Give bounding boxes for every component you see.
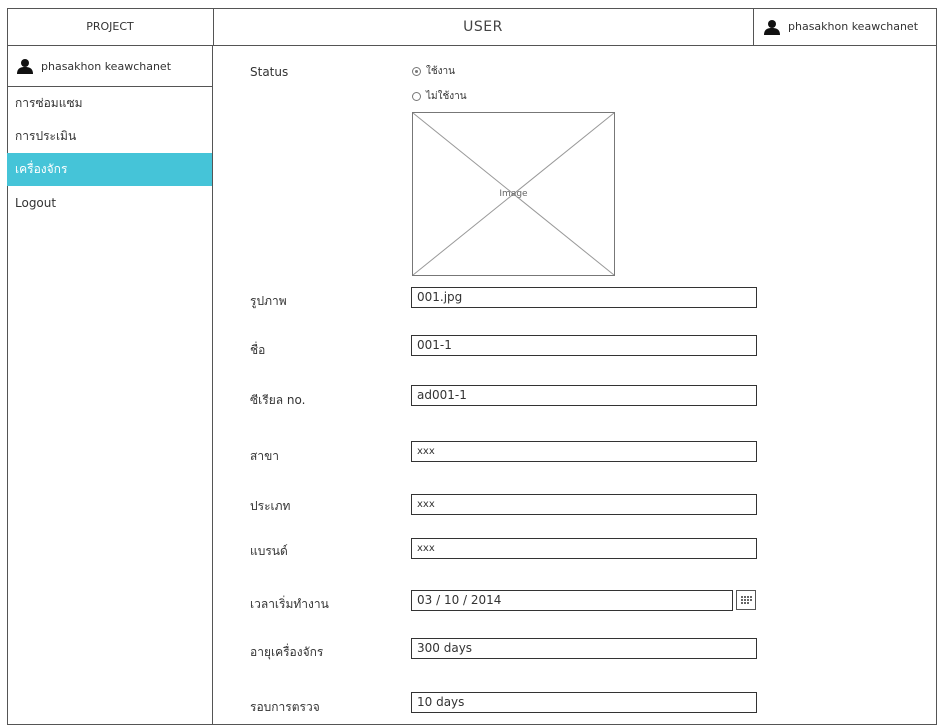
header-user[interactable]: phasakhon keawchanet — [753, 8, 937, 45]
branch-label: สาขา — [250, 449, 280, 463]
sidebar-item-logout[interactable]: Logout — [7, 186, 212, 219]
project-title: PROJECT — [7, 8, 214, 45]
calendar-icon — [741, 596, 752, 604]
serial-label: ซีเรียล no. — [250, 393, 306, 407]
sidebar-item-machines[interactable]: เครื่องจักร — [7, 153, 212, 186]
status-option-label: ใช้งาน — [426, 66, 456, 77]
type-field[interactable]: xxx — [411, 494, 757, 515]
brand-field[interactable]: xxx — [411, 538, 757, 559]
inspection-cycle-label: รอบการตรวจ — [250, 700, 320, 714]
image-placeholder: Image — [412, 112, 615, 276]
sidebar-user[interactable]: phasakhon keawchanet — [7, 46, 212, 87]
start-date-label: เวลาเริ่มทำงาน — [250, 597, 329, 611]
name-label: ชื่อ — [250, 343, 266, 357]
radio-checked-icon — [412, 67, 421, 76]
status-radio-active[interactable]: ใช้งาน — [412, 64, 455, 79]
picture-field[interactable]: 001.jpg — [411, 287, 757, 308]
inspection-cycle-field[interactable]: 10 days — [411, 692, 757, 713]
user-icon — [17, 59, 33, 74]
serial-field[interactable]: ad001-1 — [411, 385, 757, 406]
page-title: USER — [463, 18, 503, 35]
user-icon — [764, 19, 780, 35]
calendar-button[interactable] — [736, 590, 756, 610]
sidebar: phasakhon keawchanet การซ่อมแซม การประเม… — [7, 46, 213, 725]
status-option-label: ไม่ใช้งาน — [426, 91, 467, 102]
sidebar-item-repair[interactable]: การซ่อมแซม — [7, 87, 212, 120]
top-bar: PROJECT USER phasakhon keawchanet — [7, 8, 937, 46]
start-date-field[interactable]: 03 / 10 / 2014 — [411, 590, 733, 611]
header-user-name: phasakhon keawchanet — [788, 20, 919, 33]
brand-label: แบรนด์ — [250, 544, 288, 558]
status-radio-inactive[interactable]: ไม่ใช้งาน — [412, 89, 467, 104]
sidebar-user-name: phasakhon keawchanet — [41, 59, 172, 73]
type-label: ประเภท — [250, 499, 291, 513]
picture-label: รูปภาพ — [250, 294, 287, 308]
sidebar-item-evaluation[interactable]: การประเมิน — [7, 120, 212, 153]
status-label: Status — [250, 65, 289, 79]
name-field[interactable]: 001-1 — [411, 335, 757, 356]
branch-field[interactable]: xxx — [411, 441, 757, 462]
machine-age-field[interactable]: 300 days — [411, 638, 757, 659]
machine-age-label: อายุเครื่องจักร — [250, 645, 324, 659]
radio-unchecked-icon — [412, 92, 421, 101]
image-placeholder-text: Image — [499, 189, 528, 199]
